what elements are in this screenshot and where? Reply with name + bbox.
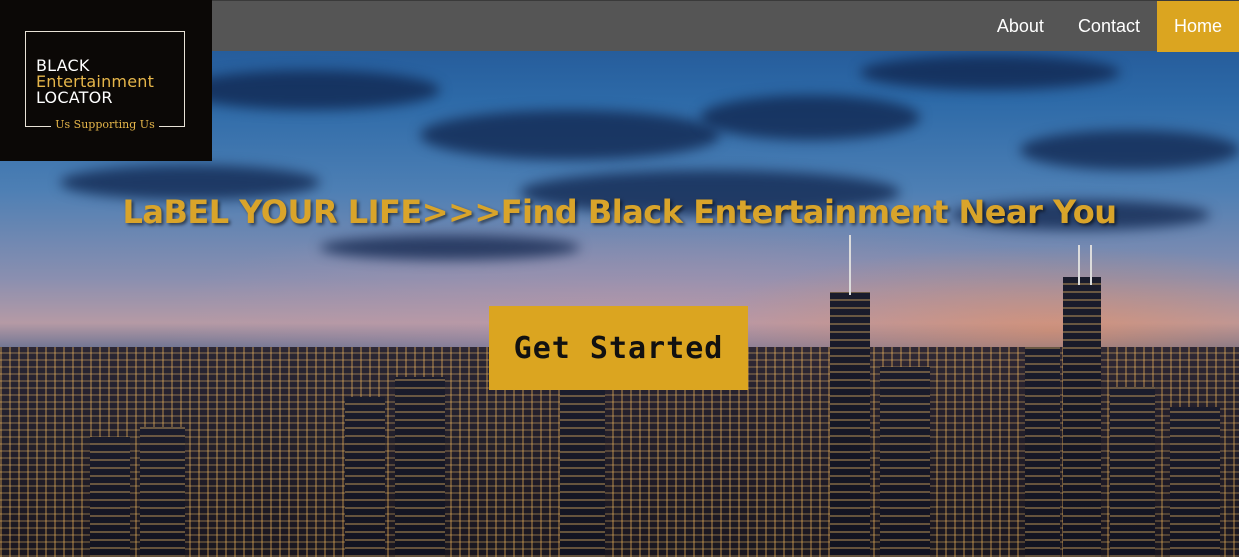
nav-link-contact[interactable]: Contact <box>1061 1 1157 52</box>
main-nav: About Contact Home <box>980 1 1239 52</box>
site-logo[interactable]: BLACK Entertainment LOCATOR Us Supportin… <box>0 0 212 161</box>
hero-headline: LaBEL YOUR LIFE>>>Find Black Entertainme… <box>122 193 1117 231</box>
logo-text-locator: LOCATOR <box>36 88 113 107</box>
nav-link-home[interactable]: Home <box>1156 1 1239 52</box>
get-started-button[interactable]: Get Started <box>489 306 748 390</box>
nav-link-about[interactable]: About <box>980 1 1061 52</box>
logo-frame: BLACK Entertainment LOCATOR <box>25 31 185 127</box>
logo-tagline: Us Supporting Us <box>25 118 185 131</box>
